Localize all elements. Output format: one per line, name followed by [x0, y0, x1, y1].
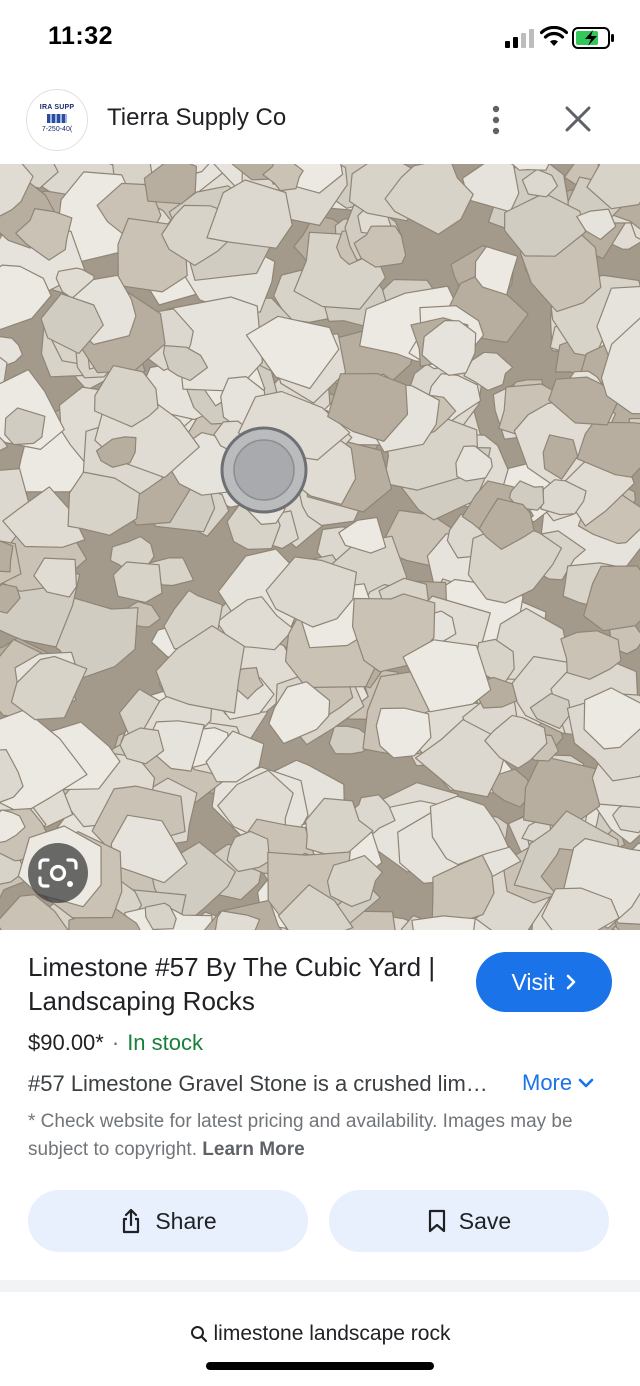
- search-query: limestone landscape rock: [213, 1322, 451, 1345]
- logo-text-bottom: 7-250-40(: [41, 126, 73, 133]
- wifi-icon: [540, 26, 568, 46]
- site-logo[interactable]: IRA SUPP 7-250-40(: [26, 89, 88, 151]
- google-lens-icon: [38, 858, 78, 888]
- lens-search-button[interactable]: [28, 843, 88, 903]
- visit-button[interactable]: Visit: [476, 952, 612, 1012]
- rock: [112, 561, 163, 603]
- home-indicator[interactable]: [206, 1362, 434, 1370]
- close-icon[interactable]: [558, 102, 598, 138]
- more-button[interactable]: More: [522, 1070, 594, 1096]
- result-title[interactable]: Limestone #57 By The Cubic Yard | Landsc…: [28, 950, 448, 1018]
- logo-text-top: IRA SUPP: [39, 104, 75, 111]
- more-label: More: [522, 1070, 573, 1095]
- share-icon: [123, 1208, 140, 1234]
- visit-label: Visit: [511, 968, 555, 995]
- bookmark-icon: [428, 1209, 445, 1233]
- chevron-right-icon: [566, 974, 575, 990]
- quarter-coin-face: [233, 439, 295, 501]
- cellular-signal-icon: [505, 29, 534, 48]
- share-button[interactable]: Share: [28, 1190, 308, 1252]
- separator-dot: ·: [111, 1030, 120, 1055]
- save-label: Save: [458, 1207, 512, 1234]
- price-availability-row: $90.00* · In stock: [28, 1030, 203, 1056]
- price: $90.00*: [28, 1030, 104, 1055]
- status-time: 11:32: [48, 22, 114, 50]
- result-description: #57 Limestone Gravel Stone is a crushed …: [28, 1071, 496, 1096]
- search-query-bar[interactable]: limestone landscape rock: [0, 1318, 640, 1350]
- chevron-down-icon: [578, 1078, 594, 1088]
- learn-more-link[interactable]: Learn More: [202, 1139, 304, 1160]
- search-icon: [190, 1326, 207, 1343]
- save-button[interactable]: Save: [329, 1190, 609, 1252]
- site-name[interactable]: Tierra Supply Co: [107, 104, 286, 132]
- section-divider: [0, 1280, 640, 1292]
- source-header: IRA SUPP 7-250-40( Tierra Supply Co: [0, 84, 640, 156]
- product-image[interactable]: [0, 164, 640, 930]
- battery-charging-icon: [572, 27, 614, 49]
- disclaimer: * Check website for latest pricing and a…: [28, 1108, 608, 1164]
- share-label: Share: [155, 1207, 217, 1234]
- more-options-icon[interactable]: [478, 102, 514, 138]
- status-bar: 11:32: [0, 0, 640, 72]
- limestone-rocks-photo: [0, 164, 640, 930]
- logo-graphic: [47, 114, 67, 123]
- availability-status: In stock: [127, 1030, 203, 1055]
